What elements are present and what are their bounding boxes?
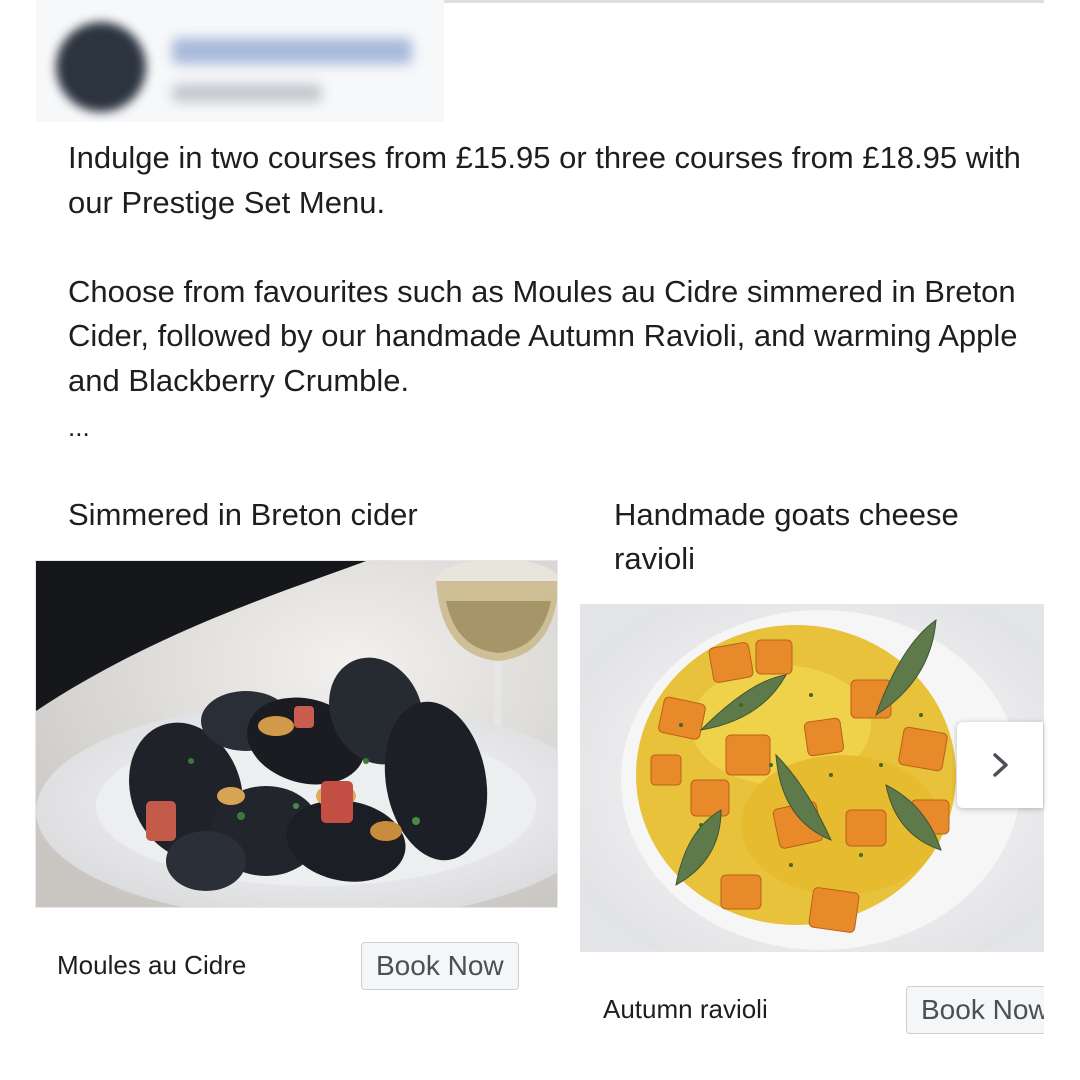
card-1-headline: Simmered in Breton cider [68,497,418,532]
post-paragraph-1: Indulge in two courses from £15.95 or th… [68,140,1021,220]
post-header-blurred [36,0,444,122]
card-1-book-now-button[interactable]: Book Now [361,942,519,990]
card-2-headline: Handmade goats cheese ravioli [614,497,959,576]
card-1-title: Moules au Cidre [57,950,247,980]
sponsored-label-blurred [172,84,322,102]
card-1-image[interactable] [35,560,558,908]
card-2-book-now-button[interactable]: Book Now [906,986,1064,1034]
ad-post: Indulge in two courses from £15.95 or th… [0,0,1080,1080]
page-name-blurred[interactable] [172,38,412,64]
mussels-dish-illustration [36,561,557,907]
post-paragraph-2: Choose from favourites such as Moules au… [68,273,1018,398]
card-2-title: Autumn ravioli [603,994,768,1024]
divider [444,0,1044,3]
carousel-next-button[interactable] [957,722,1043,808]
see-more-ellipsis[interactable]: ... [68,412,90,443]
post-message: Indulge in two courses from £15.95 or th… [68,136,1038,403]
avatar[interactable] [56,22,146,112]
chevron-right-icon [993,753,1008,777]
carousel-clip [1044,0,1080,1080]
